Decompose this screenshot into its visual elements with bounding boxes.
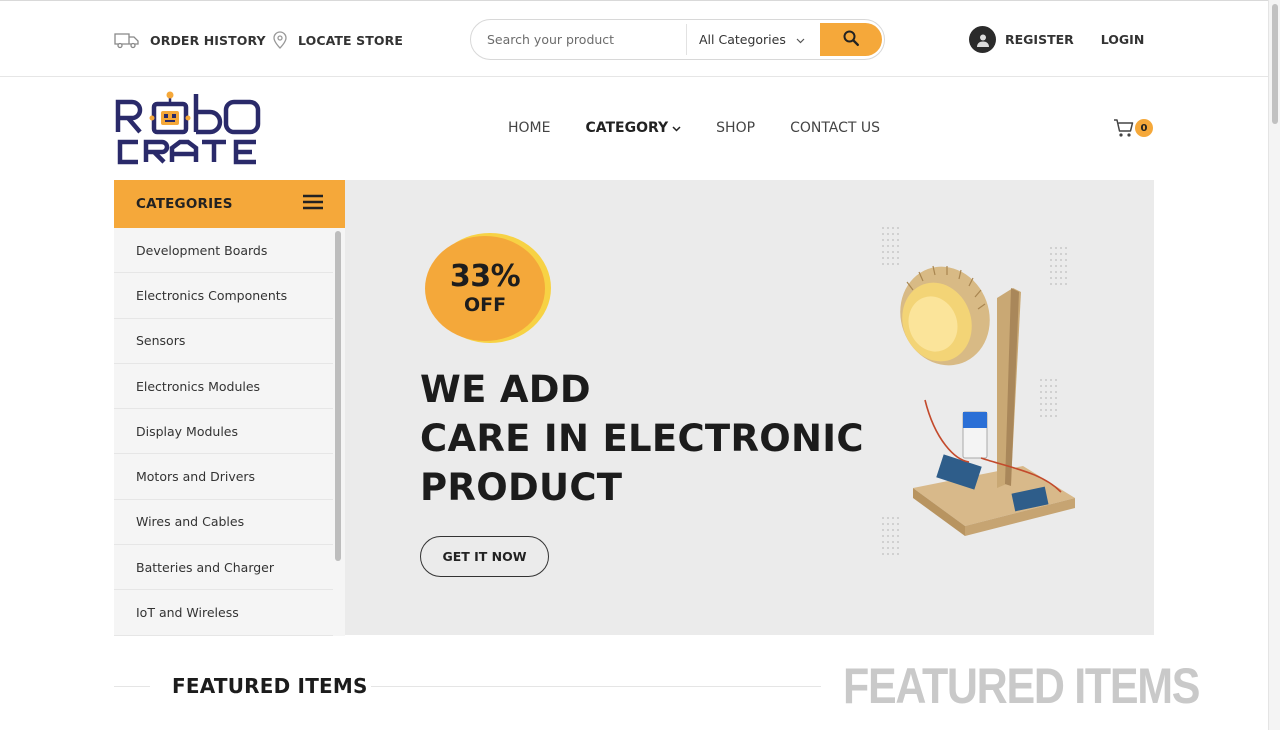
discount-badge: 33% OFF (425, 233, 551, 343)
cart-button[interactable]: 0 (1113, 118, 1155, 140)
nav-home[interactable]: HOME (508, 120, 550, 136)
hamburger-menu-icon[interactable] (303, 194, 323, 214)
hero-headline-line: PRODUCT (420, 466, 623, 509)
category-select-value: All Categories (699, 32, 786, 47)
categories-header[interactable]: CATEGORIES (114, 180, 345, 228)
hero-headline-line: CARE IN ELECTRONIC (420, 417, 864, 460)
categories-list: Development Boards Electronics Component… (114, 228, 345, 636)
categories-scrollbar[interactable] (333, 228, 345, 636)
discount-off-label: OFF (463, 294, 507, 316)
order-history-link[interactable]: ORDER HISTORY (114, 31, 266, 49)
category-item[interactable]: Sensors (114, 319, 333, 364)
hero-headline: WE ADD CARE IN ELECTRONIC PRODUCT (420, 365, 864, 512)
category-item[interactable]: Batteries and Charger (114, 545, 333, 591)
user-area: REGISTER LOGIN (969, 26, 1144, 53)
nav-shop-label: SHOP (716, 120, 756, 136)
truck-icon (114, 31, 140, 49)
nav-shop[interactable]: SHOP (716, 120, 755, 136)
featured-divider-left (114, 686, 150, 687)
chevron-down-icon (672, 120, 681, 136)
category-item[interactable]: Motors and Drivers (114, 454, 333, 500)
nav-category[interactable]: CATEGORY (585, 120, 681, 136)
chevron-down-icon (796, 32, 805, 47)
category-item[interactable]: Electronics Modules (114, 364, 333, 410)
map-pin-icon (272, 31, 288, 49)
top-bar: ORDER HISTORY LOCATE STORE All Categorie… (0, 0, 1268, 77)
hero-banner: 33% OFF WE ADD CARE IN ELECTRONIC PRODUC… (345, 180, 1154, 635)
hero-headline-line: WE ADD (420, 368, 591, 411)
search-button[interactable] (820, 23, 882, 56)
cart-icon (1113, 119, 1135, 142)
get-it-now-button[interactable]: GET IT NOW (420, 536, 549, 577)
featured-divider-right (371, 686, 821, 687)
nav-category-label: CATEGORY (585, 120, 669, 136)
nav-contact-label: CONTACT US (790, 120, 881, 136)
categories-scroll-thumb[interactable] (335, 231, 341, 561)
featured-items-ghost-title: FEATURED ITEMS (843, 658, 1200, 714)
login-link[interactable]: LOGIN (1101, 32, 1145, 47)
category-select[interactable]: All Categories (699, 32, 805, 47)
categories-panel: CATEGORIES Development Boards Electronic… (114, 180, 345, 636)
featured-items-title: FEATURED ITEMS (172, 674, 368, 698)
cart-count-badge: 0 (1135, 119, 1153, 137)
category-item[interactable]: Electronics Components (114, 273, 333, 319)
category-item[interactable]: Wires and Cables (114, 500, 333, 546)
search-bar: All Categories (470, 19, 885, 60)
register-link[interactable]: REGISTER (1005, 32, 1074, 47)
wooden-lamp-product-image (875, 220, 1115, 580)
nav-contact-us[interactable]: CONTACT US (790, 120, 880, 136)
categories-title: CATEGORIES (136, 196, 233, 212)
search-icon (842, 29, 860, 51)
user-avatar-icon[interactable] (969, 26, 996, 53)
search-input[interactable] (471, 20, 686, 59)
locate-store-label: LOCATE STORE (298, 32, 403, 48)
nav-home-label: HOME (508, 120, 551, 136)
category-item[interactable]: Development Boards (114, 228, 333, 274)
main-nav: HOME CATEGORY SHOP CONTACT US (508, 120, 915, 136)
search-divider (686, 24, 687, 55)
locate-store-link[interactable]: LOCATE STORE (272, 31, 403, 49)
category-item[interactable]: Display Modules (114, 409, 333, 455)
page-scroll-thumb[interactable] (1272, 4, 1278, 124)
discount-percent: 33% (449, 259, 521, 294)
category-item[interactable]: IoT and Wireless (114, 590, 333, 636)
order-history-label: ORDER HISTORY (150, 32, 266, 48)
page-scrollbar[interactable] (1268, 0, 1280, 730)
robocrate-logo[interactable] (114, 90, 264, 166)
